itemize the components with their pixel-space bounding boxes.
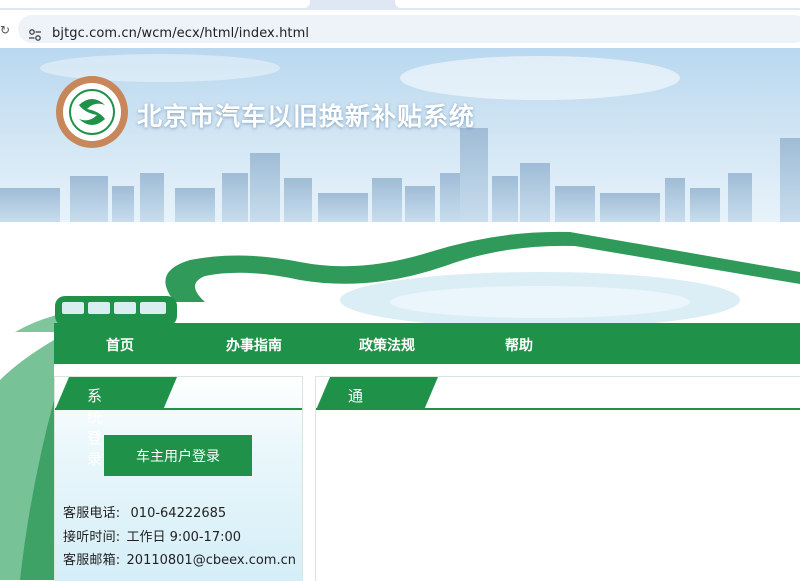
panel-header-tag xyxy=(316,377,438,410)
nav-item-help[interactable]: 帮助 xyxy=(505,335,533,355)
main-nav: 首页 办事指南 政策法规 帮助 xyxy=(54,323,800,364)
nav-item-home[interactable]: 首页 xyxy=(106,335,134,355)
login-panel: 系统登录 车主用户登录 客服电话: 010-64222685 接听时间: 工作日… xyxy=(54,376,303,581)
emblem-logo-icon xyxy=(56,76,128,148)
url-text[interactable]: bjtgc.com.cn/wcm/ecx/html/index.html xyxy=(52,26,309,41)
phone-info: 客服电话: 010-64222685 xyxy=(63,502,226,521)
hours-value: 工作日 9:00-17:00 xyxy=(126,530,242,545)
panel-divider xyxy=(316,408,800,410)
browser-tab-strip xyxy=(0,0,800,10)
hours-info: 接听时间: 工作日 9:00-17:00 xyxy=(63,526,241,545)
browser-address-bar: ↻ bjtgc.com.cn/wcm/ecx/html/index.html xyxy=(0,10,800,48)
road-scenery-graphic xyxy=(0,222,800,332)
reload-icon[interactable]: ↻ xyxy=(0,23,10,37)
notice-panel-title: 通知公告 xyxy=(348,387,364,468)
email-info: 客服邮箱: 20110801@cbeex.com.cn xyxy=(63,549,296,568)
email-value: 20110801@cbeex.com.cn xyxy=(126,553,296,568)
panel-divider xyxy=(55,408,302,410)
bus-graphic xyxy=(55,296,177,326)
nav-item-guide[interactable]: 办事指南 xyxy=(226,335,282,355)
site-settings-icon[interactable] xyxy=(28,28,42,42)
site-title: 北京市汽车以旧换新补贴系统 xyxy=(137,102,476,131)
hours-label: 接听时间: xyxy=(63,530,121,545)
decorative-band xyxy=(0,340,54,580)
header-banner: 北京市汽车以旧换新补贴系统 xyxy=(0,48,800,223)
phone-value: 010-64222685 xyxy=(130,506,227,521)
phone-label: 客服电话: xyxy=(63,506,121,521)
browser-tab[interactable] xyxy=(395,0,800,8)
panel-header-tag xyxy=(55,377,177,410)
browser-tab[interactable] xyxy=(0,0,310,8)
login-panel-title: 系统登录 xyxy=(87,387,103,468)
owner-login-button[interactable]: 车主用户登录 xyxy=(104,435,252,476)
email-label: 客服邮箱: xyxy=(63,553,121,568)
nav-item-policy[interactable]: 政策法规 xyxy=(359,335,415,355)
notice-panel: 通知公告 xyxy=(315,376,800,581)
